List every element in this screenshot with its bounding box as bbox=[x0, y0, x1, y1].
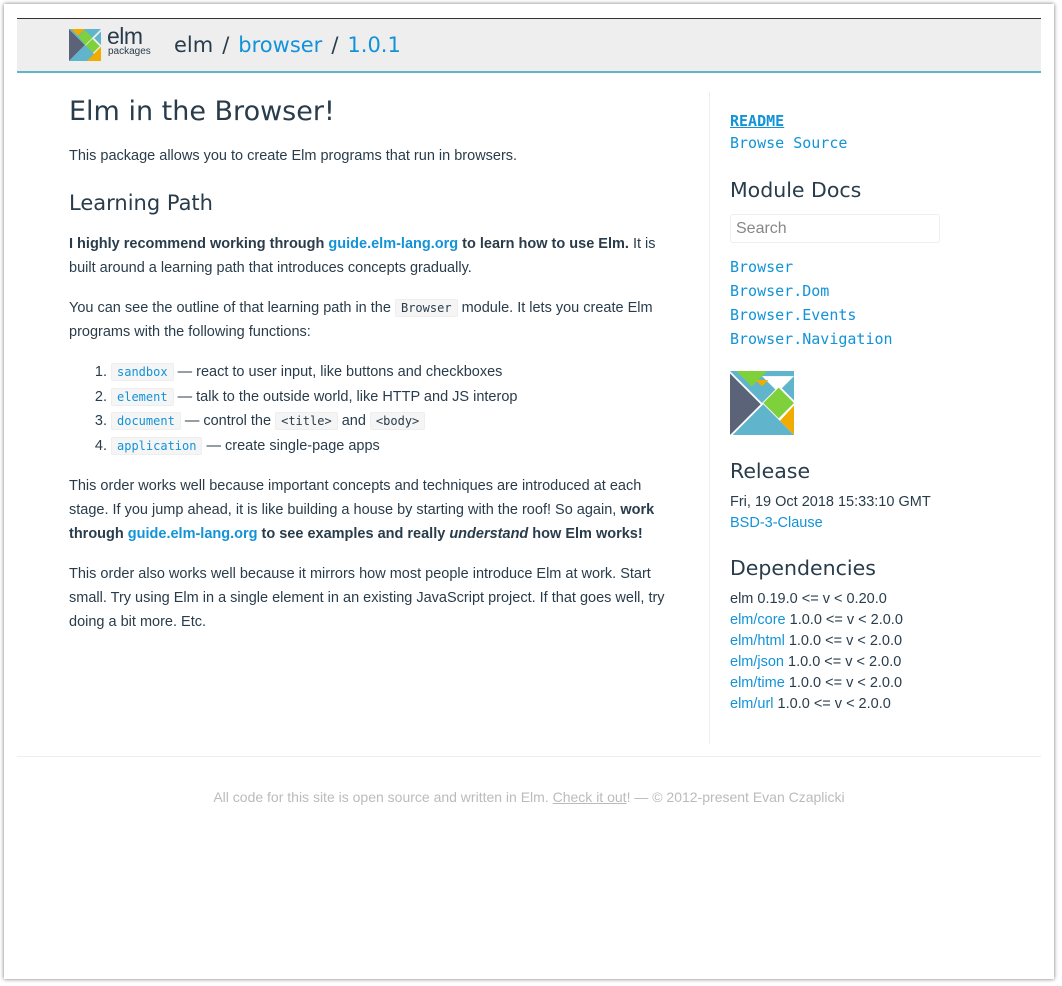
dependency-range: 1.0.0 <= v < 2.0.0 bbox=[784, 633, 903, 649]
dependency-link-html[interactable]: elm/html bbox=[730, 633, 785, 649]
dependency-row: elm/html 1.0.0 <= v < 2.0.0 bbox=[730, 631, 1030, 652]
order-paragraph: This order works well because important … bbox=[69, 474, 679, 546]
sandbox-link[interactable]: sandbox bbox=[111, 363, 174, 381]
intro-paragraph: This package allows you to create Elm pr… bbox=[69, 148, 518, 164]
logo-wordmark: elm packages bbox=[107, 25, 151, 57]
list-item: sandbox — react to user input, like butt… bbox=[111, 360, 679, 385]
elm-version-dependency: elm 0.19.0 <= v < 0.20.0 bbox=[730, 591, 887, 607]
element-link[interactable]: element bbox=[111, 387, 174, 406]
sidebar-divider bbox=[709, 92, 710, 744]
dependency-range: 1.0.0 <= v < 2.0.0 bbox=[784, 654, 902, 670]
footer: All code for this site is open source an… bbox=[17, 789, 1041, 805]
work-paragraph: This order also works well because it mi… bbox=[69, 566, 665, 630]
module-link-browser-navigation[interactable]: Browser.Navigation bbox=[730, 327, 1030, 351]
dependency-link-time[interactable]: elm/time bbox=[730, 675, 785, 691]
browser-window: elm packages elm / browser / 1.0.1 Elm in th… bbox=[4, 4, 1054, 979]
module-search-input[interactable] bbox=[730, 214, 940, 243]
module-link-browser-events[interactable]: Browser.Events bbox=[730, 303, 1030, 327]
readme-content: Elm in the Browser! This package allows … bbox=[69, 90, 679, 650]
module-docs-heading: Module Docs bbox=[730, 178, 862, 202]
inline-code-body: <body> bbox=[369, 412, 426, 430]
functions-list: sandbox — react to user input, like butt… bbox=[69, 360, 679, 458]
dependency-range: 1.0.0 <= v < 2.0.0 bbox=[785, 612, 903, 628]
dependency-row: elm/time 1.0.0 <= v < 2.0.0 bbox=[730, 673, 1030, 694]
document-link[interactable]: document bbox=[111, 412, 181, 430]
list-item: application — create single-page apps bbox=[111, 434, 679, 459]
module-list: Browser Browser.Dom Browser.Events Brows… bbox=[730, 255, 1030, 351]
module-link-browser-dom[interactable]: Browser.Dom bbox=[730, 279, 1030, 303]
dependency-row: elm/url 1.0.0 <= v < 2.0.0 bbox=[730, 694, 1030, 715]
breadcrumb-author: elm bbox=[174, 33, 214, 57]
browse-source-link[interactable]: Browse Source bbox=[730, 132, 1030, 154]
inline-code: sandbox bbox=[111, 363, 174, 381]
footer-text: ! — © 2012-present Evan Czaplicki bbox=[626, 789, 845, 805]
top-header: elm packages elm / browser / 1.0.1 bbox=[17, 18, 1041, 73]
dependency-range: 1.0.0 <= v < 2.0.0 bbox=[784, 675, 903, 691]
breadcrumb-version-link[interactable]: 1.0.1 bbox=[347, 33, 400, 57]
breadcrumb-package-link[interactable]: browser bbox=[238, 33, 322, 57]
elm-tangram-icon bbox=[69, 29, 101, 61]
bold-text: how Elm works! bbox=[528, 526, 643, 542]
guide-link[interactable]: guide.elm-lang.org bbox=[328, 236, 458, 252]
bold-text: to see examples and really bbox=[257, 526, 450, 542]
license-link[interactable]: BSD-3-Clause bbox=[730, 513, 1030, 534]
readme-link[interactable]: README bbox=[730, 110, 1030, 132]
list-item-text: — create single-page apps bbox=[202, 437, 380, 454]
paragraph-text: This order works well because important … bbox=[69, 478, 642, 518]
dependencies-heading: Dependencies bbox=[730, 556, 876, 580]
breadcrumb-separator: / bbox=[331, 33, 339, 57]
dependency-link-json[interactable]: elm/json bbox=[730, 654, 784, 670]
dependency-link-url[interactable]: elm/url bbox=[730, 696, 774, 712]
inline-code: document bbox=[111, 412, 181, 430]
dependency-row: elm/core 1.0.0 <= v < 2.0.0 bbox=[730, 610, 1030, 631]
module-link-browser[interactable]: Browser bbox=[730, 255, 1030, 279]
elm-tangram-icon bbox=[730, 371, 794, 435]
release-heading: Release bbox=[730, 459, 811, 483]
guide-link[interactable]: guide.elm-lang.org bbox=[128, 526, 258, 542]
inline-code: element bbox=[111, 387, 174, 406]
list-item-text: — react to user input, like buttons and … bbox=[173, 364, 503, 380]
application-link[interactable]: application bbox=[111, 436, 203, 455]
inline-code-title: <title> bbox=[275, 412, 338, 430]
footer-divider bbox=[17, 756, 1041, 757]
logo-word: elm bbox=[107, 23, 143, 49]
breadcrumb-separator: / bbox=[222, 33, 230, 57]
list-item-text: and bbox=[337, 413, 370, 429]
bold-text: I highly recommend working through bbox=[69, 236, 329, 252]
sidebar: README Browse Source Module Docs Browser… bbox=[730, 110, 1030, 715]
footer-text: All code for this site is open source an… bbox=[213, 789, 553, 805]
list-item: element — talk to the outside world, lik… bbox=[111, 385, 679, 410]
footer-source-link[interactable]: Check it out bbox=[553, 789, 627, 805]
learning-path-heading: Learning Path bbox=[69, 191, 213, 215]
recommend-paragraph: I highly recommend working through guide… bbox=[69, 232, 679, 280]
release-date: Fri, 19 Oct 2018 15:33:10 GMT bbox=[730, 494, 931, 510]
outline-paragraph: You can see the outline of that learning… bbox=[69, 296, 679, 344]
logo-subword: packages bbox=[108, 46, 151, 57]
page-title: Elm in the Browser! bbox=[69, 96, 335, 127]
dependency-list: elm 0.19.0 <= v < 0.20.0 elm/core 1.0.0 … bbox=[730, 589, 1030, 715]
dependency-range: 1.0.0 <= v < 2.0.0 bbox=[773, 696, 891, 712]
inline-code: application bbox=[111, 436, 203, 455]
list-item-text: — control the bbox=[180, 413, 276, 429]
list-item: document — control the <title> and <body… bbox=[111, 409, 679, 434]
bold-text: to learn how to use Elm. bbox=[458, 236, 629, 252]
dependency-link-core[interactable]: elm/core bbox=[730, 612, 786, 628]
emphasis-text: understand bbox=[449, 526, 529, 542]
inline-code-browser: Browser bbox=[394, 299, 458, 317]
dependency-row: elm/json 1.0.0 <= v < 2.0.0 bbox=[730, 652, 1030, 673]
breadcrumb: elm / browser / 1.0.1 bbox=[174, 32, 401, 58]
list-item-text: — talk to the outside world, like HTTP a… bbox=[173, 388, 518, 405]
paragraph-text: You can see the outline of that learning… bbox=[69, 300, 395, 316]
